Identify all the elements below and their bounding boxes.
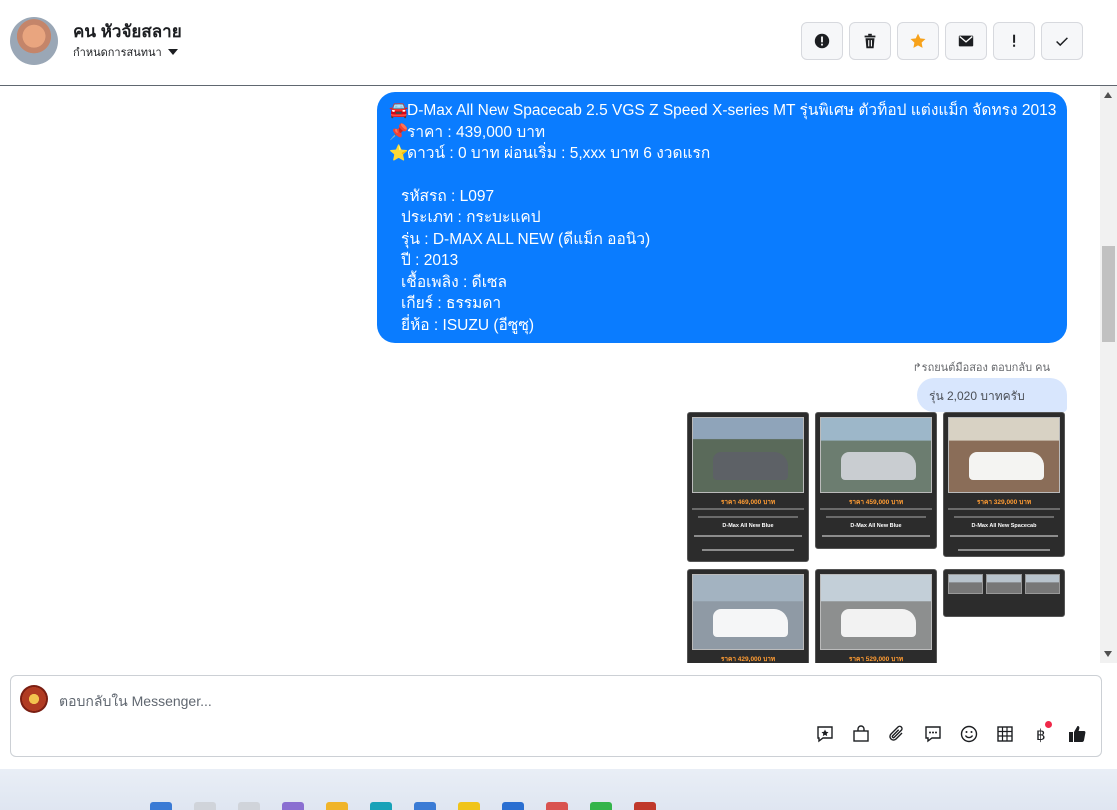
mark-unread-button[interactable] [945, 22, 987, 60]
message-title-line: 🚘D-Max All New Spacecab 2.5 VGS Z Speed … [389, 100, 1057, 122]
card-price: ราคา 429,000 บาท [720, 656, 776, 663]
envelope-icon [958, 35, 974, 47]
alert-circle-icon [814, 33, 830, 49]
pin-emoji: 📌 [389, 123, 409, 141]
thread-scrollbar[interactable] [1100, 86, 1117, 663]
caret-down-icon [167, 49, 178, 55]
message-model: รุ่น : D-MAX ALL NEW (ดีแม็ก ออนิว) [401, 230, 651, 248]
header-actions [801, 22, 1083, 60]
reply-bubble[interactable]: รุ่น 2,020 บาทครับ [917, 378, 1067, 412]
car-emoji: 🚘 [389, 102, 409, 119]
car-photo [692, 574, 804, 650]
outgoing-message-bubble[interactable]: 🚘D-Max All New Spacecab 2.5 VGS Z Speed … [377, 92, 1067, 343]
message-year: ปี : 2013 [401, 252, 459, 269]
message-composer[interactable]: ตอบกลับใน Messenger... ฿ [10, 675, 1102, 757]
attachment-icon[interactable] [885, 722, 909, 746]
reply-input[interactable]: ตอบกลับใน Messenger... [59, 691, 212, 713]
star-icon [910, 33, 926, 48]
message-code: รหัสรถ : L097 [401, 187, 495, 205]
card-price: ราคา 329,000 บาท [976, 499, 1032, 506]
car-photo [820, 417, 932, 493]
card-model: D-Max All New Blue [850, 523, 902, 529]
trash-icon [864, 33, 876, 49]
chat-icon[interactable] [921, 722, 945, 746]
car-image-card-5[interactable]: ราคา 529,000 บาท [815, 569, 937, 663]
star-emoji: ⭐ [389, 145, 409, 162]
scroll-up-arrow[interactable] [1104, 92, 1112, 98]
messenger-inbox-app: คน หัวจัยสลาย กำหนดการสนทนา 🚘D-Max All N… [0, 0, 1117, 810]
contact-avatar[interactable] [10, 17, 58, 65]
message-price-line: 📌ราคา : 439,000 บาท [389, 122, 1055, 144]
car-image-card-6[interactable] [943, 569, 1065, 617]
conversation-header: คน หัวจัยสลาย กำหนดการสนทนา [0, 0, 1117, 86]
car-photo-collage [948, 574, 1060, 594]
reply-context-note: ↱รถยนต์มือสอง ตอบกลับ คน [912, 362, 1050, 374]
car-image-card-1[interactable]: ราคา 469,000 บาท D-Max All New Blue [687, 412, 809, 562]
exclamation-icon [1013, 34, 1016, 47]
thumbs-up-icon[interactable] [1065, 722, 1089, 746]
mark-done-button[interactable] [1041, 22, 1083, 60]
baht-icon[interactable]: ฿ [1029, 721, 1053, 746]
emoji-icon[interactable] [957, 722, 981, 746]
message-down: ดาวน์ : 0 บาท ผ่อนเริ่ม : 5,xxx บาท 6 งว… [407, 145, 711, 162]
card-price: ราคา 459,000 บาท [848, 499, 904, 506]
message-title: D-Max All New Spacecab 2.5 VGS Z Speed X… [407, 102, 1057, 119]
message-brand: ยี่ห้อ : ISUZU (อีซูซุ) [401, 316, 535, 334]
svg-text:฿: ฿ [1036, 726, 1046, 744]
saved-reply-icon[interactable] [813, 722, 837, 746]
taskbar-icons [150, 802, 656, 810]
car-photo [692, 417, 804, 493]
notification-dot [1045, 721, 1052, 728]
card-price: ราคา 529,000 บาท [848, 656, 904, 663]
delete-button[interactable] [849, 22, 891, 60]
car-image-card-2[interactable]: ราคา 459,000 บาท D-Max All New Blue [815, 412, 937, 549]
checkmark-icon [1056, 37, 1068, 47]
shop-icon[interactable] [849, 722, 873, 746]
scroll-thumb[interactable] [1102, 246, 1115, 342]
car-image-card-3[interactable]: ราคา 329,000 บาท D-Max All New Spacecab [943, 412, 1065, 557]
star-button[interactable] [897, 22, 939, 60]
message-price: ราคา : 439,000 บาท [407, 123, 546, 141]
assign-conversation-dropdown[interactable]: กำหนดการสนทนา [73, 43, 178, 61]
composer-toolbar: ฿ [813, 721, 1089, 746]
message-down-line: ⭐ดาวน์ : 0 บาท ผ่อนเริ่ม : 5,xxx บาท 6 ง… [389, 143, 1055, 165]
message-type: ประเภท : กระบะแคป [401, 209, 541, 226]
car-photo [820, 574, 932, 650]
message-fuel: เชื้อเพลิง : ดีเซล [401, 273, 508, 291]
card-model: D-Max All New Blue [722, 523, 774, 529]
contact-name[interactable]: คน หัวจัยสลาย [73, 18, 182, 45]
car-photo [948, 417, 1060, 493]
important-button[interactable] [993, 22, 1035, 60]
table-icon[interactable] [993, 722, 1017, 746]
card-model: D-Max All New Spacecab [971, 523, 1037, 529]
conversation-thread[interactable]: 🚘D-Max All New Spacecab 2.5 VGS Z Speed … [0, 86, 1100, 663]
mark-spam-button[interactable] [801, 22, 843, 60]
card-price: ราคา 469,000 บาท [720, 499, 776, 506]
car-image-card-4[interactable]: ราคา 429,000 บาท [687, 569, 809, 663]
scroll-down-arrow[interactable] [1104, 651, 1112, 657]
message-gear: เกียร์ : ธรรมดา [401, 295, 502, 312]
assign-label: กำหนดการสนทนา [73, 47, 162, 59]
page-avatar [20, 685, 48, 713]
reply-note-text: รถยนต์มือสอง ตอบกลับ คน [921, 362, 1050, 374]
